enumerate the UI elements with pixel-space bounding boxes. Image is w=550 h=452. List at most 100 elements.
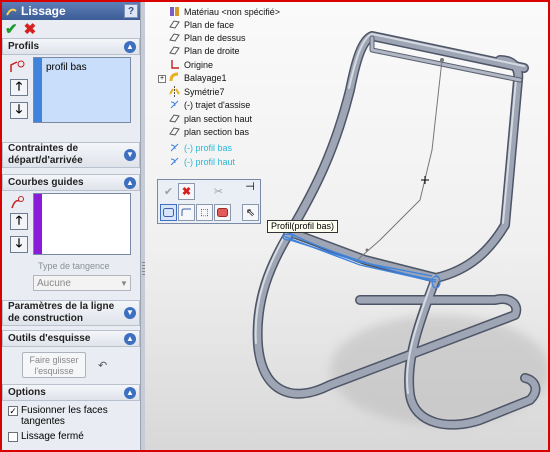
group-options-label: Options — [8, 387, 46, 398]
group-options-body: ✓ Fusionner les faces tangentes Lissage … — [2, 401, 140, 450]
sketch-icon — [170, 157, 179, 166]
cancel-button[interactable]: ✖ — [24, 20, 37, 38]
closed-loft-option[interactable]: Lissage fermé — [8, 431, 84, 442]
chevron-down-icon[interactable]: ▼ — [124, 149, 136, 161]
open-path-icon — [181, 208, 191, 216]
move-up-button[interactable]: 🡑 — [10, 79, 28, 96]
tree-item-bottom-section-plane[interactable]: plan section bas — [169, 126, 249, 137]
move-up-button[interactable]: 🡑 — [10, 213, 28, 230]
group-profils-body: profil bas 🡑 🡓 — [2, 55, 140, 142]
open-loop-button[interactable] — [178, 204, 195, 221]
chevron-up-icon[interactable]: ▲ — [124, 176, 136, 189]
drag-sketch-button[interactable]: Faire glisser l'esquisse — [22, 352, 86, 378]
group-profils-label: Profils — [8, 41, 40, 52]
profile-list-item[interactable]: profil bas — [46, 62, 87, 73]
merge-tangent-faces-option[interactable]: ✓ Fusionner les faces tangentes — [8, 405, 136, 427]
checkbox[interactable] — [8, 432, 18, 442]
tree-item-mirror[interactable]: Symétrie7 — [169, 86, 225, 97]
group-contraintes-label: Contraintes de départ/d'arrivée — [8, 143, 83, 166]
material-icon — [170, 7, 179, 16]
tree-item-seat-path[interactable]: (-) trajet d'assise — [169, 99, 250, 110]
help-button[interactable]: ? — [124, 4, 138, 18]
group-courbes-body: 🡑 🡓 Type de tangence Aucune ▼ — [2, 191, 140, 300]
pointer-icon: ⇖ — [245, 207, 256, 219]
group-parametres-label: Paramètres de la ligne de construction — [8, 301, 115, 324]
property-manager: Lissage ? ✔ ✖ Profils ▲ profil bas 🡑 🡓 C… — [2, 2, 141, 450]
tree-item-label: (-) profil haut — [184, 156, 236, 167]
sweep-icon — [169, 72, 179, 82]
arrow-up-icon: 🡑 — [15, 79, 23, 93]
tree-item-label: plan section haut — [184, 113, 253, 124]
accept-button[interactable]: ✔ — [160, 183, 177, 200]
merge-tangent-faces-label: Fusionner les faces tangentes — [21, 405, 108, 427]
group-outils-label: Outils d'esquisse — [8, 333, 91, 344]
plane-icon — [169, 33, 180, 42]
loft-feature-icon — [6, 8, 17, 15]
tree-item-label: (-) profil bas — [184, 142, 233, 153]
select-profile-button[interactable] — [160, 204, 177, 221]
scissors-icon: ✂ — [213, 186, 224, 198]
tree-item-right-plane[interactable]: Plan de droite — [169, 45, 240, 56]
group-profils-header[interactable]: Profils ▲ — [2, 38, 140, 55]
sketch-point — [365, 248, 369, 252]
pin-icon: ⊣ — [245, 180, 255, 193]
guide-curve-select-icon — [11, 196, 24, 209]
tree-item-top-plane[interactable]: Plan de dessus — [169, 32, 246, 43]
chevron-down-icon: ▼ — [120, 278, 128, 288]
select-area-icon: ⬚ — [200, 207, 209, 217]
chevron-up-icon[interactable]: ▲ — [124, 332, 136, 345]
sketch-icon — [170, 100, 179, 109]
selection-tool-button[interactable]: ⬚ — [196, 204, 213, 221]
tree-item-material[interactable]: Matériau <non spécifié> — [169, 6, 280, 17]
checkbox-checked[interactable]: ✓ — [8, 406, 18, 416]
tree-item-bottom-profile[interactable]: (-) profil bas — [169, 142, 232, 153]
close-icon: ✖ — [181, 186, 192, 198]
chevron-up-icon[interactable]: ▲ — [124, 386, 136, 399]
tangency-type-value: Aucune — [37, 277, 71, 289]
undo-icon[interactable]: ↶ — [98, 359, 107, 372]
group-outils-body: Faire glisser l'esquisse ↶ — [2, 347, 140, 384]
origin-icon — [171, 60, 179, 69]
group-courbes-label: Courbes guides — [8, 177, 84, 188]
sketch-path[interactable] — [354, 59, 443, 263]
tree-item-sweep[interactable]: Balayage1 — [169, 72, 227, 83]
group-options-header[interactable]: Options ▲ — [2, 384, 140, 401]
plane-icon — [169, 20, 180, 29]
group-contraintes-header[interactable]: Contraintes de départ/d'arrivée ▼ — [2, 142, 140, 168]
move-down-button[interactable]: 🡓 — [10, 236, 28, 253]
group-outils-header[interactable]: Outils d'esquisse ▲ — [2, 330, 140, 347]
tree-item-label: Matériau <non spécifié> — [184, 6, 281, 17]
reject-button[interactable]: ✖ — [178, 183, 195, 200]
move-down-button[interactable]: 🡓 — [10, 102, 28, 119]
tree-item-front-plane[interactable]: Plan de face — [169, 19, 234, 30]
tree-item-origin[interactable]: Origine — [169, 59, 213, 70]
tangency-type-select[interactable]: Aucune ▼ — [33, 275, 131, 291]
mirror-icon — [169, 86, 180, 97]
arrow-up-icon: 🡑 — [15, 213, 23, 227]
pm-title-bar: Lissage ? — [2, 2, 140, 20]
pin-button[interactable]: ⊣ — [242, 180, 258, 193]
sketch-icon — [170, 143, 179, 152]
tree-item-label: Origine — [184, 59, 214, 70]
plane-icon — [169, 114, 180, 123]
tree-item-top-profile[interactable]: (-) profil haut — [169, 156, 235, 167]
ok-button[interactable]: ✔ — [5, 20, 18, 38]
expand-icon[interactable]: + — [158, 75, 166, 83]
check-icon: ✔ — [163, 186, 174, 198]
tree-item-top-section-plane[interactable]: plan section haut — [169, 113, 252, 124]
profiles-list[interactable]: profil bas — [33, 57, 131, 123]
group-courbes-header[interactable]: Courbes guides ▲ — [2, 174, 140, 191]
chevron-down-icon[interactable]: ▼ — [124, 307, 136, 319]
chevron-up-icon[interactable]: ▲ — [124, 40, 136, 53]
guide-curves-list[interactable] — [33, 193, 131, 255]
tree-item-label: plan section bas — [184, 126, 250, 137]
pointer-button[interactable]: ⇖ — [242, 204, 259, 221]
pm-title: Lissage — [21, 4, 66, 18]
group-parametres-header[interactable]: Paramètres de la ligne de construction ▼ — [2, 300, 140, 326]
region-button[interactable] — [214, 204, 231, 221]
rounded-rect-icon — [163, 208, 174, 217]
disabled-tool-button[interactable]: ✂ — [210, 183, 227, 200]
arrow-down-icon: 🡓 — [15, 236, 23, 250]
arrow-down-icon: 🡓 — [15, 102, 23, 116]
tree-item-label: Symétrie7 — [184, 86, 225, 97]
